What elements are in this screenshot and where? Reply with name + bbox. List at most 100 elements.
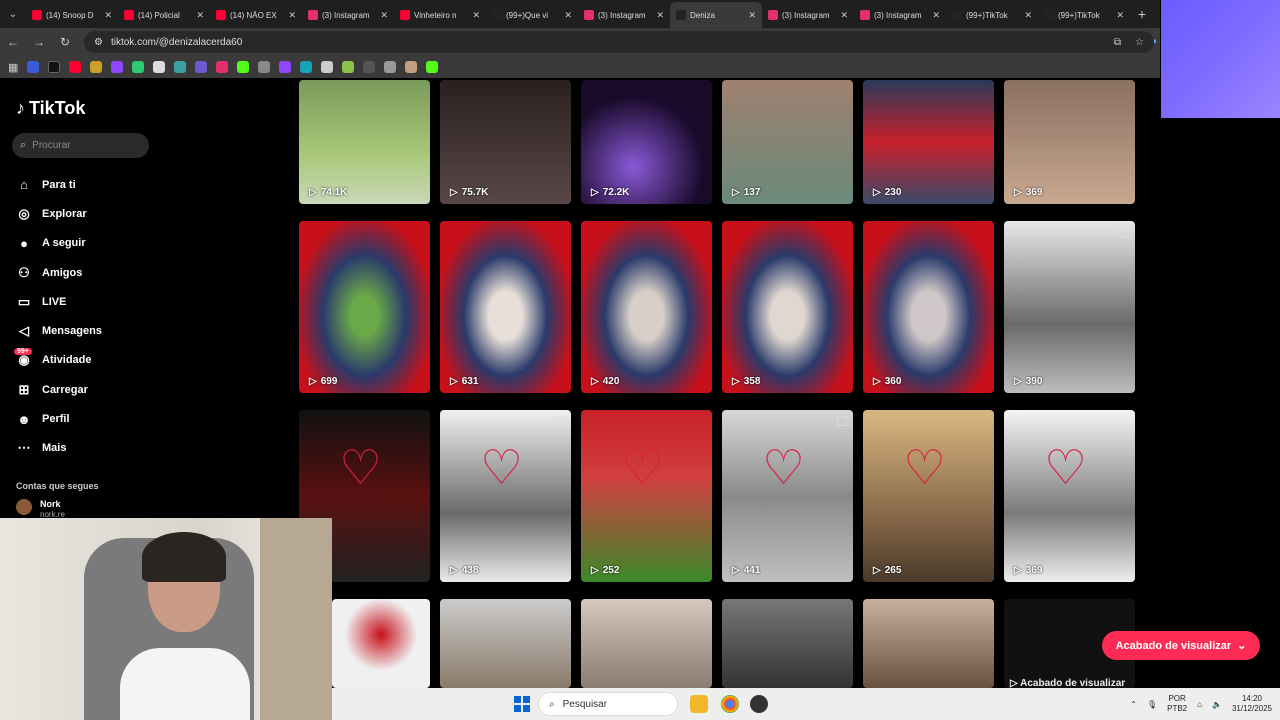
- watched-toast-button[interactable]: Acabado de visualizar ⌄: [1102, 631, 1260, 660]
- video-thumbnail[interactable]: [440, 599, 571, 688]
- bookmark-icon[interactable]: [300, 61, 313, 73]
- bookmark-icon[interactable]: [153, 61, 166, 73]
- install-app-icon[interactable]: ⧉: [1114, 37, 1121, 48]
- taskbar-search-input[interactable]: ⌕ Pesquisar: [538, 692, 678, 716]
- search-input[interactable]: ⌕ Procurar: [12, 133, 149, 158]
- close-icon[interactable]: ✕: [1116, 10, 1124, 21]
- video-thumbnail[interactable]: ♡ ▷ 252: [581, 410, 712, 582]
- browser-tab[interactable]: (99+)TikTok ✕: [946, 2, 1038, 28]
- browser-tab[interactable]: (14) Policial ✕: [118, 2, 210, 28]
- close-icon[interactable]: ✕: [840, 10, 848, 21]
- browser-tab[interactable]: (3) Instagram ✕: [302, 2, 394, 28]
- browser-tab[interactable]: (99+)TikTok ✕: [1038, 2, 1130, 28]
- chevron-up-icon[interactable]: ⌃: [1130, 700, 1137, 709]
- bookmark-icon[interactable]: [174, 61, 187, 73]
- video-thumbnail[interactable]: ▷ 369: [1004, 80, 1135, 204]
- bookmark-youtube-icon[interactable]: [69, 61, 82, 73]
- video-thumbnail[interactable]: [581, 599, 712, 688]
- close-icon[interactable]: ✕: [656, 10, 664, 21]
- bookmark-icon[interactable]: [405, 61, 418, 73]
- extension-icon[interactable]: ◗: [1152, 36, 1158, 47]
- browser-tab[interactable]: (3) Instagram ✕: [762, 2, 854, 28]
- video-thumbnail[interactable]: ♡ ▷ 441: [722, 410, 853, 582]
- bookmark-icon[interactable]: [342, 61, 355, 73]
- site-info-icon[interactable]: ⚙: [94, 37, 103, 48]
- video-thumbnail[interactable]: ▷ 420: [581, 221, 712, 393]
- video-thumbnail[interactable]: ♡ ▷ 438: [440, 410, 571, 582]
- windows-start-icon[interactable]: [514, 696, 530, 712]
- bookmark-twitch-icon[interactable]: [279, 61, 292, 73]
- video-thumbnail[interactable]: [722, 599, 853, 688]
- sidebar-item-amigos[interactable]: ⚇ Amigos: [16, 258, 102, 287]
- browser-tab[interactable]: (3) Instagram ✕: [854, 2, 946, 28]
- bookmark-instagram-icon[interactable]: [216, 61, 229, 73]
- close-icon[interactable]: ✕: [564, 10, 572, 21]
- app-icon[interactable]: [750, 695, 768, 713]
- reload-icon[interactable]: ↻: [58, 35, 72, 49]
- language-indicator[interactable]: POR PTB2: [1167, 694, 1187, 714]
- tab-search-dropdown-icon[interactable]: ⌄: [0, 4, 26, 24]
- bookmark-icon[interactable]: [132, 61, 145, 73]
- video-thumbnail[interactable]: ▷ 631: [440, 221, 571, 393]
- tiktok-logo[interactable]: ♪ TikTok: [16, 98, 85, 119]
- close-icon[interactable]: ✕: [196, 10, 204, 21]
- bookmark-twitch-icon[interactable]: [111, 61, 124, 73]
- bookmark-icon[interactable]: [195, 61, 208, 73]
- bookmark-star-icon[interactable]: ☆: [1135, 37, 1144, 48]
- bookmark-x-icon[interactable]: [48, 61, 61, 73]
- bookmark-icon[interactable]: [321, 61, 334, 73]
- bookmark-kick-icon[interactable]: [426, 61, 439, 73]
- video-thumbnail[interactable]: ▷ 230: [863, 80, 994, 204]
- microphone-icon[interactable]: 🎙: [1147, 700, 1157, 709]
- apps-grid-icon[interactable]: ▦: [8, 61, 18, 74]
- sidebar-item-mais[interactable]: ⋯ Mais: [16, 434, 102, 463]
- forward-icon[interactable]: →: [32, 35, 46, 49]
- close-icon[interactable]: ✕: [932, 10, 940, 21]
- video-thumbnail[interactable]: [332, 599, 430, 688]
- sidebar-item-a-seguir[interactable]: ● A seguir: [16, 229, 102, 258]
- video-thumbnail[interactable]: [863, 599, 994, 688]
- close-icon[interactable]: ✕: [380, 10, 388, 21]
- network-icon[interactable]: ⌂: [1197, 700, 1202, 709]
- video-thumbnail[interactable]: ▷ 358: [722, 221, 853, 393]
- bookmark-icon[interactable]: [258, 61, 271, 73]
- sidebar-item-explorar[interactable]: ◎ Explorar: [16, 199, 102, 228]
- browser-tab[interactable]: (99+)Que vi ✕: [486, 2, 578, 28]
- video-thumbnail[interactable]: ♡ ▷ 369: [1004, 410, 1135, 582]
- video-thumbnail[interactable]: ▷ 75.7K: [440, 80, 571, 204]
- sidebar-item-carregar[interactable]: ⊞ Carregar: [16, 375, 102, 404]
- browser-tab[interactable]: Vinheteiro n ✕: [394, 2, 486, 28]
- video-thumbnail[interactable]: ▷ 137: [722, 80, 853, 204]
- file-explorer-icon[interactable]: [690, 695, 708, 713]
- clock[interactable]: 14:20 31/12/2025: [1232, 694, 1272, 714]
- sidebar-item-perfil[interactable]: ☻ Perfil: [16, 404, 102, 433]
- browser-tab[interactable]: (14) Snoop D ✕: [26, 2, 118, 28]
- close-icon[interactable]: ✕: [748, 10, 756, 21]
- video-thumbnail[interactable]: ▷ 72.2K: [581, 80, 712, 204]
- video-thumbnail[interactable]: ▷ 390: [1004, 221, 1135, 393]
- back-icon[interactable]: ←: [6, 35, 20, 49]
- close-icon[interactable]: ✕: [472, 10, 480, 21]
- volume-icon[interactable]: 🔈: [1212, 700, 1222, 709]
- bookmark-icon[interactable]: [27, 61, 40, 73]
- bookmark-icon[interactable]: [384, 61, 397, 73]
- sidebar-item-mensagens[interactable]: ◁ Mensagens: [16, 316, 102, 345]
- close-icon[interactable]: ✕: [104, 10, 112, 21]
- following-account[interactable]: Nork nork.re: [16, 499, 65, 519]
- video-thumbnail[interactable]: ♡ ▷ 265: [863, 410, 994, 582]
- video-thumbnail[interactable]: ▷ 360: [863, 221, 994, 393]
- close-icon[interactable]: ✕: [1024, 10, 1032, 21]
- browser-tab[interactable]: (3) Instagram ✕: [578, 2, 670, 28]
- address-bar[interactable]: ⚙ tiktok.com/@denizalacerda60 ⧉ ☆: [84, 31, 1154, 53]
- bookmark-kick-icon[interactable]: [237, 61, 250, 73]
- bookmark-icon[interactable]: [363, 61, 376, 73]
- bookmark-icon[interactable]: [90, 61, 103, 73]
- video-thumbnail[interactable]: ▷ 74.1K: [299, 80, 430, 204]
- sidebar-item-para-ti[interactable]: ⌂ Para ti: [16, 170, 102, 199]
- browser-tab[interactable]: (14) NÃO EX ✕: [210, 2, 302, 28]
- new-tab-button[interactable]: +: [1130, 6, 1154, 22]
- sidebar-item-live[interactable]: ▭ LIVE: [16, 287, 102, 316]
- chrome-icon[interactable]: [721, 695, 739, 713]
- sidebar-item-atividade[interactable]: ◉ Atividade 99+: [14, 346, 102, 375]
- browser-tab[interactable]: Deniza ✕: [670, 2, 762, 28]
